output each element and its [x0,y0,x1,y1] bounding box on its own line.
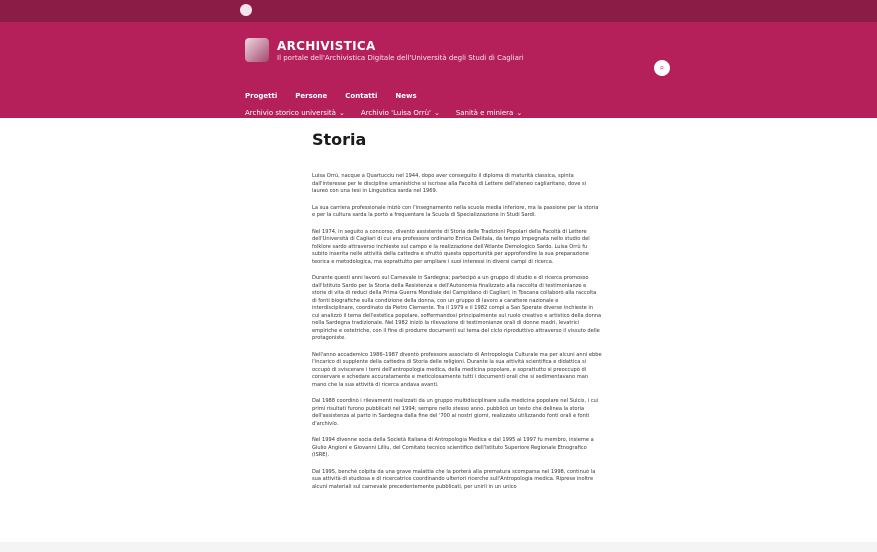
nav-item-progetti[interactable]: Progetti [245,92,277,100]
chevron-down-icon: ⌄ [338,109,345,117]
nav-dropdown-sanita-miniera[interactable]: Sanità e miniera ⌄ [456,109,522,117]
nav-dropdown-label: Archivio storico università [245,109,336,117]
archive-logo-icon [245,38,269,62]
paragraph: Nel 1974, in seguito a concorso, diventò… [312,228,590,265]
article-body: Luisa Orrù, nacque a Quartucciu nel 1944… [312,173,602,491]
site-brand[interactable]: ARCHIVISTICA Il portale dell'Archivistic… [245,38,524,62]
chevron-down-icon: ⌄ [516,109,523,117]
university-seal-icon[interactable] [240,4,252,16]
paragraph: Nel 1994 divenne socia della Società Ita… [312,437,594,458]
chevron-down-icon: ⌄ [433,109,440,117]
paragraph: Luisa Orrù, nacque a Quartucciu nel 1944… [312,173,587,194]
nav-dropdown-archivio-orru[interactable]: Archivio 'Luisa Orrù' ⌄ [361,109,440,117]
site-subtitle: Il portale dell'Archivistica Digitale de… [277,53,524,62]
paragraph: Nell'anno accademico 1986–1987 diventò p… [312,351,602,388]
paragraph: Dal 1988 coordinò i rilevamenti realizza… [312,398,599,427]
nav-item-persone[interactable]: Persone [295,92,327,100]
nav-dropdown-label: Archivio 'Luisa Orrù' [360,109,431,117]
nav-item-contatti[interactable]: Contatti [345,92,377,100]
secondary-nav: Archivio storico università ⌄ Archivio 'L… [245,109,522,117]
nav-dropdown-archivio-storico[interactable]: Archivio storico università ⌄ [245,109,345,117]
search-button[interactable]: ⌕ [654,60,670,76]
main-content: Storia Luisa Orrù, nacque a Quartucciu n… [312,130,602,500]
brand-text: ARCHIVISTICA Il portale dell'Archivistic… [277,39,524,62]
paragraph: Dal 1995, benché colpita da una grave ma… [312,468,596,490]
paragraph: La sua carriera professionale iniziò con… [312,204,599,219]
bottom-bar [0,542,877,552]
page-title: Storia [312,130,367,149]
main-nav: Progetti Persone Contatti News [245,92,417,100]
site-header: ARCHIVISTICA Il portale dell'Archivistic… [0,22,877,118]
site-title[interactable]: ARCHIVISTICA [277,39,524,53]
nav-dropdown-label: Sanità e miniera [455,109,514,117]
nav-item-news[interactable]: News [395,92,416,100]
paragraph: Durante questi anni lavorò sul Carnevale… [312,275,602,341]
search-icon: ⌕ [659,63,665,72]
top-strip [0,0,877,22]
